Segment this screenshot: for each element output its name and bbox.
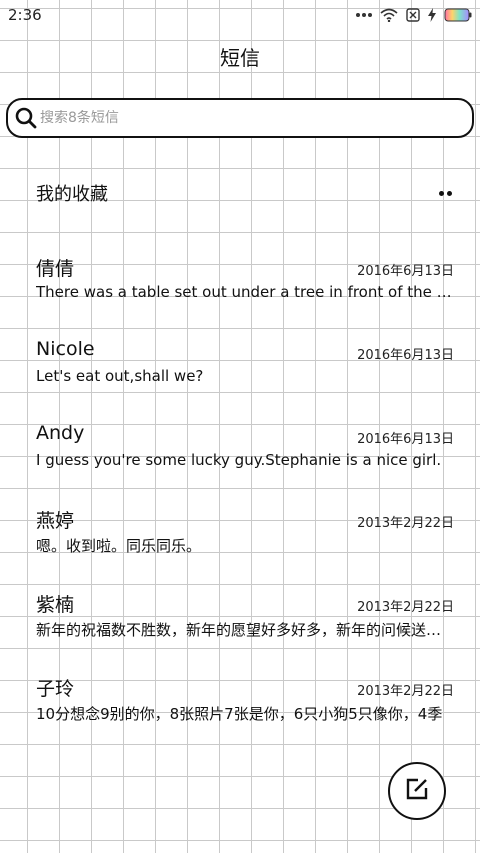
message-sender: Andy (36, 422, 85, 444)
message-preview: 10分想念9别的你，8张照片7张是你，6只小狗5只像你，4季 (36, 705, 443, 723)
message-item[interactable]: Andy 2016年6月13日 I guess you're some luck… (36, 422, 454, 482)
favorites-row[interactable]: 我的收藏 (0, 168, 480, 218)
status-icons (356, 8, 472, 22)
search-icon (14, 106, 38, 130)
wifi-icon (380, 8, 398, 22)
message-sender: 燕婷 (36, 510, 75, 532)
message-preview: There was a table set out under a tree i… (36, 283, 454, 301)
message-preview: 嗯。收到啦。同乐同乐。 (36, 537, 202, 555)
status-time: 2:36 (8, 6, 42, 24)
message-preview: Let's eat out,shall we? (36, 367, 204, 385)
message-item[interactable]: 燕婷 2013年2月22日 嗯。收到啦。同乐同乐。 (36, 506, 454, 566)
message-date: 2013年2月22日 (357, 516, 454, 531)
message-item[interactable]: 紫楠 2013年2月22日 新年的祝福数不胜数，新年的愿望好多好多，新年的问候送… (36, 590, 454, 650)
message-preview: I guess you're some lucky guy.Stephanie … (36, 451, 442, 469)
status-bar: 2:36 (0, 0, 480, 30)
message-sender: 子玲 (36, 678, 75, 700)
message-date: 2016年6月13日 (357, 264, 454, 279)
message-date: 2013年2月22日 (357, 684, 454, 699)
charging-icon (428, 8, 436, 22)
message-date: 2013年2月22日 (357, 600, 454, 615)
message-item[interactable]: 倩倩 2016年6月13日 There was a table set out … (36, 254, 454, 314)
message-sender: Nicole (36, 338, 95, 360)
no-sim-icon (406, 8, 420, 22)
message-sender: 紫楠 (36, 594, 75, 616)
more-notifications-icon (356, 12, 372, 18)
message-sender: 倩倩 (36, 258, 75, 280)
page-title: 短信 (220, 46, 260, 70)
message-item[interactable]: 子玲 2013年2月22日 10分想念9别的你，8张照片7张是你，6只小狗5只像… (36, 674, 454, 734)
search-bar[interactable] (6, 98, 474, 138)
more-dots-icon[interactable] (439, 190, 452, 196)
favorites-label: 我的收藏 (36, 184, 108, 205)
search-input[interactable] (40, 110, 440, 126)
message-item[interactable]: Nicole 2016年6月13日 Let's eat out,shall we… (36, 338, 454, 398)
message-preview: 新年的祝福数不胜数，新年的愿望好多好多，新年的问候送给你 (36, 621, 454, 639)
message-date: 2016年6月13日 (357, 432, 454, 447)
compose-icon (405, 777, 429, 805)
battery-icon (444, 8, 472, 22)
message-date: 2016年6月13日 (357, 348, 454, 363)
compose-button[interactable] (388, 762, 446, 820)
